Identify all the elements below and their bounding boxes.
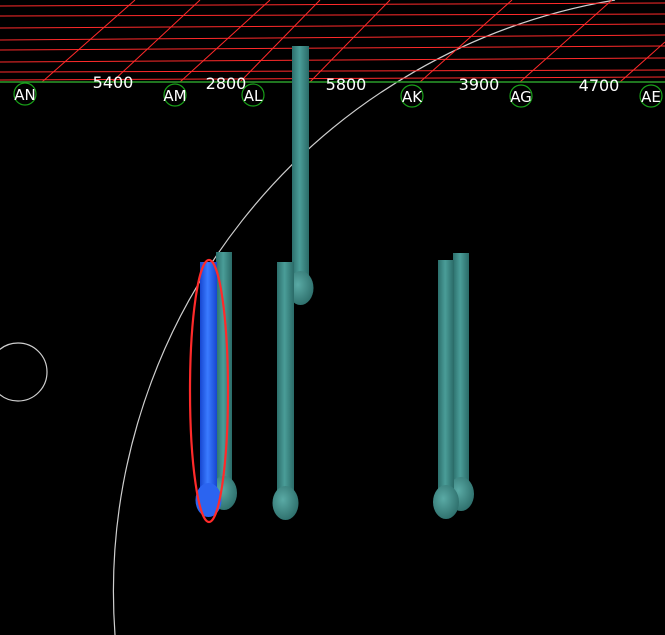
dimension-label-2: 2800 (206, 74, 247, 93)
cursor-guide-arc (112, 0, 616, 635)
axis-label: AE (641, 88, 661, 106)
axis-bubble-AK[interactable]: AK (400, 84, 424, 108)
axis-label: AM (163, 87, 186, 105)
axis-label: AG (510, 88, 532, 106)
axis-label: AL (244, 87, 263, 105)
3d-viewport[interactable]: AN AM AL AK AG AE 5400 2800 5800 3900 47… (0, 0, 665, 635)
cursor-guide-small-circle (0, 342, 48, 402)
axis-label: AK (402, 88, 423, 106)
dimension-label-4: 3900 (459, 75, 500, 94)
axis-bubble-AE[interactable]: AE (639, 84, 663, 108)
axis-label: AN (14, 86, 35, 104)
scene-svg[interactable]: AN AM AL AK AG AE 5400 2800 5800 3900 47… (0, 0, 665, 635)
dimension-label-5: 4700 (579, 76, 620, 95)
dimension-label-1: 5400 (93, 73, 134, 92)
axis-bubble-AG[interactable]: AG (509, 84, 533, 108)
dimension-label-3: 5800 (326, 75, 367, 94)
red-grid (0, 0, 665, 83)
axis-bubble-AN[interactable]: AN (13, 82, 37, 106)
axis-bubble-AM[interactable]: AM (163, 83, 187, 107)
